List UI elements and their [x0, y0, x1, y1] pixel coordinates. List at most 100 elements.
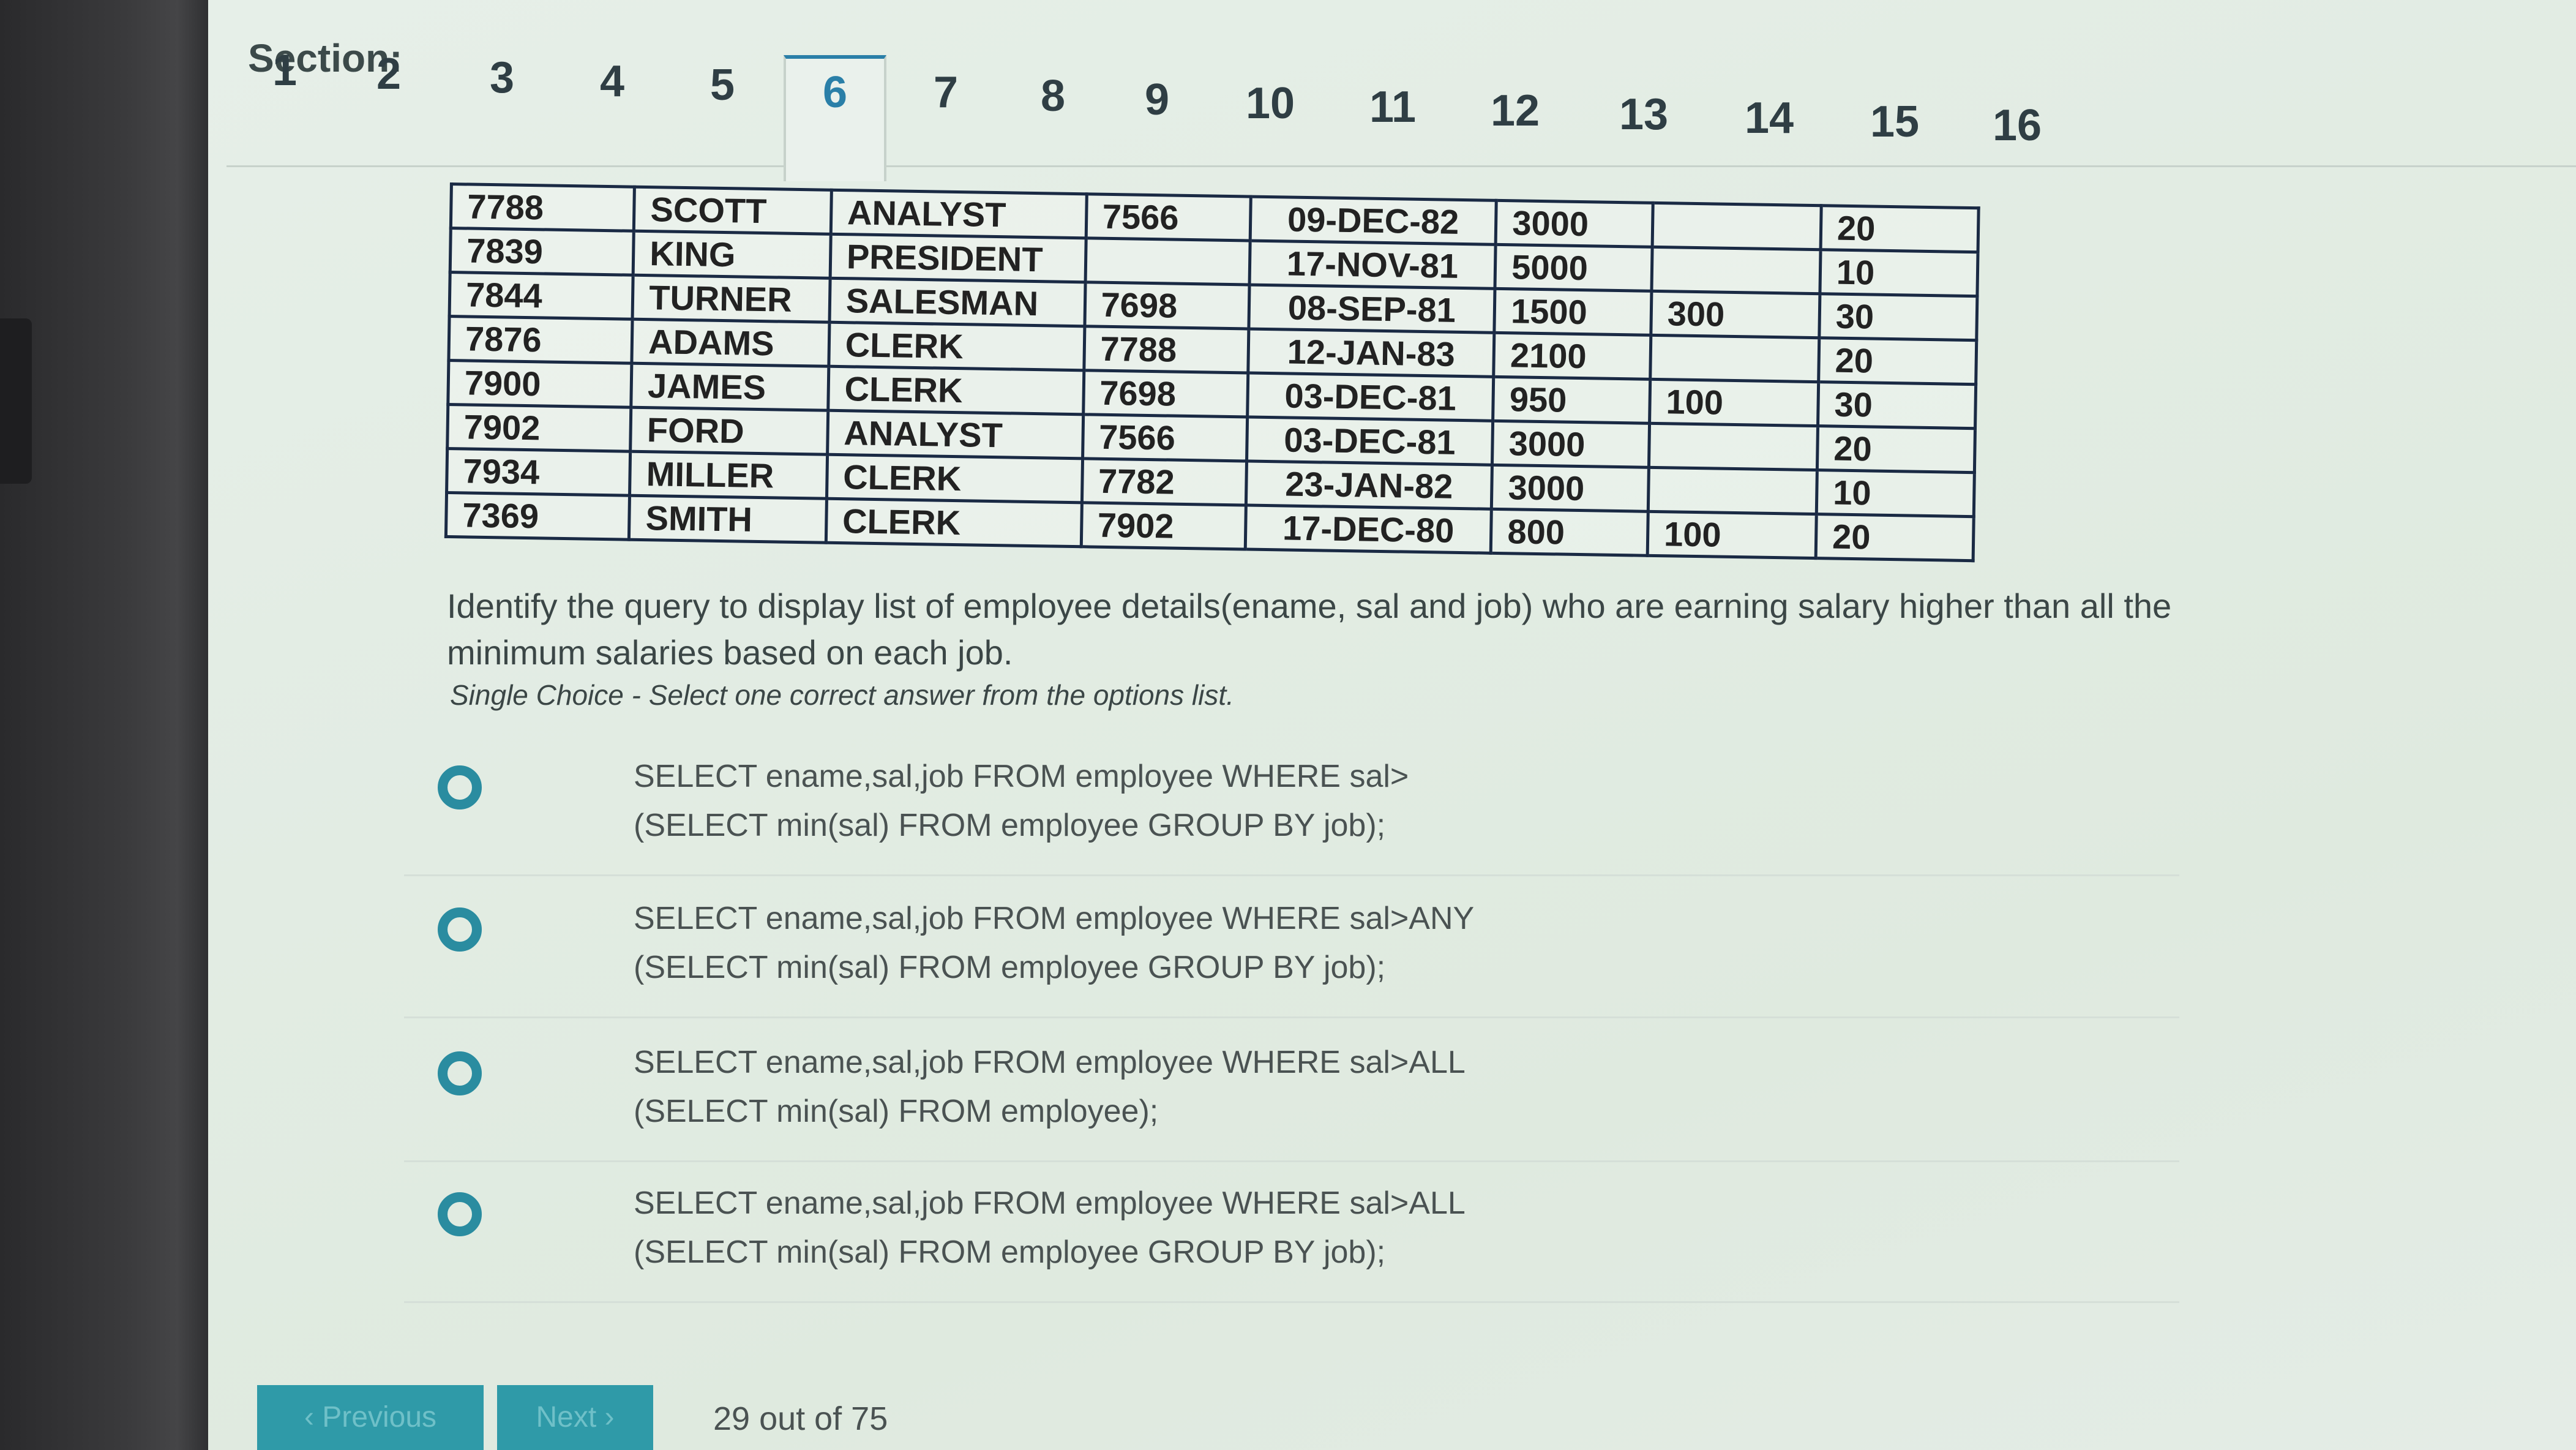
option-line-1: SELECT ename,sal,job FROM employee WHERE… [634, 759, 1409, 794]
table-cell: ANALYST [827, 410, 1084, 459]
table-cell [1650, 335, 1819, 382]
table-cell: 03-DEC-81 [1246, 417, 1493, 465]
table-cell: 3000 [1496, 200, 1653, 247]
table-cell: 03-DEC-81 [1247, 373, 1494, 421]
table-cell: 7902 [447, 404, 632, 452]
exam-screen: Section: 1 2 3 4 5 6 7 8 9 10 11 12 13 14 15 16 7788 SCO… [208, 0, 2576, 1450]
table-cell: 7698 [1084, 282, 1249, 329]
table-cell: 5000 [1495, 244, 1652, 291]
table-cell [1648, 467, 1818, 514]
section-tab-12[interactable]: 12 [1472, 77, 1558, 169]
radio-button[interactable] [438, 1192, 482, 1236]
question-progress: 29 out of 75 [713, 1400, 888, 1437]
answer-option-4[interactable]: SELECT ename,sal,job FROM employee WHERE… [404, 1173, 2179, 1303]
table-cell: 7698 [1083, 370, 1248, 418]
table-cell: CLERK [826, 454, 1083, 503]
table-cell: 950 [1492, 377, 1650, 424]
section-tab-9[interactable]: 9 [1114, 66, 1200, 158]
table-cell: 20 [1818, 337, 1977, 385]
table-cell: ADAMS [632, 319, 829, 367]
table-cell: MILLER [629, 451, 828, 499]
table-cell [1652, 203, 1822, 250]
table-cell: CLERK [828, 366, 1084, 415]
table-cell: 7876 [448, 316, 633, 364]
section-tab-5[interactable]: 5 [680, 51, 765, 143]
table-cell: 7788 [451, 184, 635, 231]
table-cell: 7369 [446, 492, 630, 540]
table-cell: 7902 [1080, 502, 1246, 549]
table-cell: KING [633, 231, 831, 279]
section-tab-11[interactable]: 11 [1350, 73, 1436, 165]
option-text: SELECT ename,sal,job FROM employee WHERE… [634, 752, 1409, 850]
radio-button[interactable] [438, 907, 482, 952]
answer-option-1[interactable]: SELECT ename,sal,job FROM employee WHERE… [404, 746, 2179, 876]
option-line-1: SELECT ename,sal,job FROM employee WHERE… [634, 901, 1475, 936]
table-cell: CLERK [826, 498, 1082, 547]
table-cell: 7844 [449, 272, 634, 320]
table-cell: 7934 [446, 448, 631, 496]
table-cell: 7782 [1082, 458, 1247, 505]
section-tab-13[interactable]: 13 [1601, 81, 1687, 173]
option-text: SELECT ename,sal,job FROM employee WHERE… [634, 1179, 1466, 1277]
answer-option-3[interactable]: SELECT ename,sal,job FROM employee WHERE… [404, 1032, 2179, 1162]
table-cell: SCOTT [634, 187, 832, 235]
table-cell: 17-NOV-81 [1249, 241, 1496, 289]
table-cell: 100 [1647, 511, 1817, 558]
table-cell: 300 [1650, 291, 1820, 338]
table-cell: 3000 [1491, 465, 1649, 512]
option-text: SELECT ename,sal,job FROM employee WHERE… [634, 1038, 1466, 1136]
section-tab-16[interactable]: 16 [1974, 92, 2060, 184]
table-cell: SALESMAN [829, 278, 1085, 326]
table-cell: TURNER [632, 275, 830, 323]
section-tab-7[interactable]: 7 [903, 59, 989, 151]
section-tab-1[interactable]: 1 [242, 37, 328, 129]
section-tab-14[interactable]: 14 [1726, 85, 1812, 176]
section-tab-8[interactable]: 8 [1010, 62, 1096, 154]
radio-button[interactable] [438, 1051, 482, 1095]
table-cell: 23-JAN-82 [1246, 460, 1492, 509]
question-hint: Single Choice - Select one correct answe… [450, 679, 1234, 711]
section-tab-6[interactable]: 6 [784, 55, 886, 181]
next-button[interactable]: Next › [497, 1385, 653, 1450]
table-cell: 3000 [1492, 421, 1650, 468]
table-cell: 800 [1491, 509, 1649, 556]
option-line-2: (SELECT min(sal) FROM employee); [634, 1094, 1159, 1129]
table-cell [1651, 247, 1821, 294]
table-cell: 7788 [1084, 326, 1249, 374]
section-tab-2[interactable]: 2 [346, 40, 432, 132]
bezel-notch [0, 318, 32, 484]
previous-button[interactable]: ‹ Previous [257, 1385, 484, 1450]
section-tab-3[interactable]: 3 [459, 44, 545, 136]
option-line-2: (SELECT min(sal) FROM employee GROUP BY … [634, 950, 1386, 985]
section-tab-4[interactable]: 4 [569, 48, 655, 140]
table-cell: ANALYST [831, 190, 1087, 238]
table-cell: 10 [1816, 470, 1975, 517]
section-tab-bar: Section: 1 2 3 4 5 6 7 8 9 10 11 12 13 14 15 16 [227, 0, 2576, 181]
table-cell [1649, 423, 1818, 470]
option-text: SELECT ename,sal,job FROM employee WHERE… [634, 894, 1474, 992]
table-cell: 2100 [1493, 332, 1651, 380]
table-cell: 08-SEP-81 [1248, 285, 1496, 333]
table-cell: 30 [1819, 293, 1977, 340]
question-text: Identify the query to display list of em… [447, 587, 2172, 672]
section-tab-10[interactable]: 10 [1227, 70, 1313, 162]
table-cell: 20 [1816, 514, 1974, 561]
option-line-1: SELECT ename,sal,job FROM employee WHERE… [634, 1185, 1466, 1221]
table-cell: FORD [630, 407, 828, 455]
option-line-1: SELECT ename,sal,job FROM employee WHERE… [634, 1045, 1466, 1080]
table-cell [1085, 238, 1250, 285]
table-cell: 12-JAN-83 [1248, 329, 1495, 377]
table-cell: 7839 [450, 228, 634, 276]
option-line-2: (SELECT min(sal) FROM employee GROUP BY … [634, 808, 1386, 843]
section-tab-15[interactable]: 15 [1852, 88, 1938, 180]
table-cell: 100 [1649, 379, 1819, 426]
table-cell: 09-DEC-82 [1249, 197, 1497, 245]
table-cell: JAMES [631, 363, 829, 411]
employee-table: 7788 SCOTT ANALYST 7566 09-DEC-82 3000 20 7839 K… [444, 182, 1980, 563]
radio-button[interactable] [438, 765, 482, 810]
table-cell: 20 [1817, 426, 1975, 473]
table-cell: PRESIDENT [829, 234, 1086, 282]
table-cell: 7900 [447, 360, 632, 408]
table-cell: 20 [1820, 205, 1979, 252]
answer-option-2[interactable]: SELECT ename,sal,job FROM employee WHERE… [404, 888, 2179, 1018]
